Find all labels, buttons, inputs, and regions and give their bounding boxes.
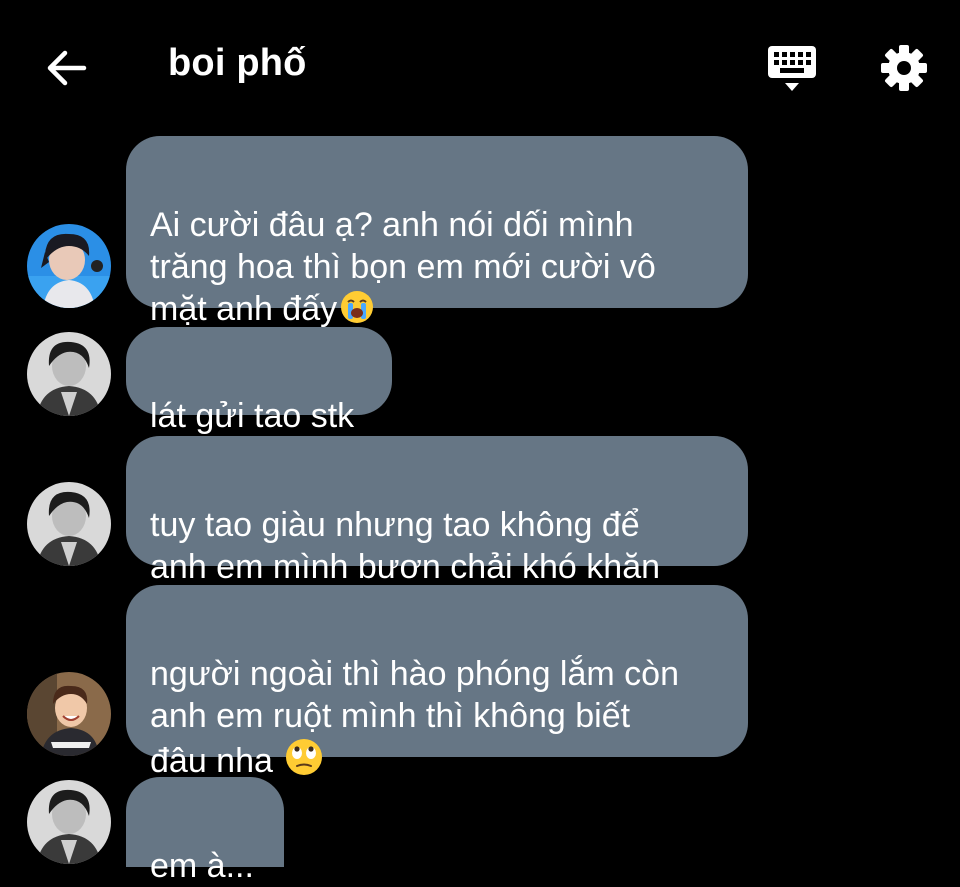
message-text: người ngoài thì hào phóng lắm còn anh em… xyxy=(150,655,679,780)
message-bubble[interactable]: lát gửi tao stk xyxy=(126,327,392,435)
avatar[interactable] xyxy=(27,224,111,308)
back-button[interactable] xyxy=(44,46,88,90)
chat-header: boi phố xyxy=(0,0,960,130)
avatar-photo-icon xyxy=(27,482,111,566)
avatar[interactable] xyxy=(27,332,111,416)
message-bubble[interactable]: em à... xyxy=(126,777,284,885)
avatar[interactable] xyxy=(27,672,111,756)
avatar-photo-icon xyxy=(27,224,111,308)
arrow-left-icon xyxy=(47,50,87,86)
avatar-photo-icon xyxy=(27,780,111,864)
message-text: tuy tao giàu nhưng tao không để anh em m… xyxy=(150,506,661,586)
avatar[interactable] xyxy=(27,482,111,566)
message-bubble[interactable]: người ngoài thì hào phóng lắm còn anh em… xyxy=(126,585,748,780)
settings-button[interactable] xyxy=(879,43,929,93)
message-text: Ai cười đâu ạ? anh nói dối mình trăng ho… xyxy=(150,206,656,328)
avatar-photo-icon xyxy=(27,332,111,416)
conversation-title[interactable]: boi phố xyxy=(168,42,307,85)
message-text: em à... xyxy=(150,847,254,885)
gear-icon xyxy=(881,45,927,91)
message-bubble[interactable]: Ai cười đâu ạ? anh nói dối mình trăng ho… xyxy=(126,136,748,328)
message-bubble[interactable]: tuy tao giàu nhưng tao không để anh em m… xyxy=(126,436,748,586)
keyboard-button[interactable] xyxy=(766,43,818,95)
avatar[interactable] xyxy=(27,780,111,864)
message-text: lát gửi tao stk xyxy=(150,397,355,435)
keyboard-icon xyxy=(768,46,816,91)
eye-roll-face-icon xyxy=(284,737,324,787)
avatar-photo-icon xyxy=(27,672,111,756)
